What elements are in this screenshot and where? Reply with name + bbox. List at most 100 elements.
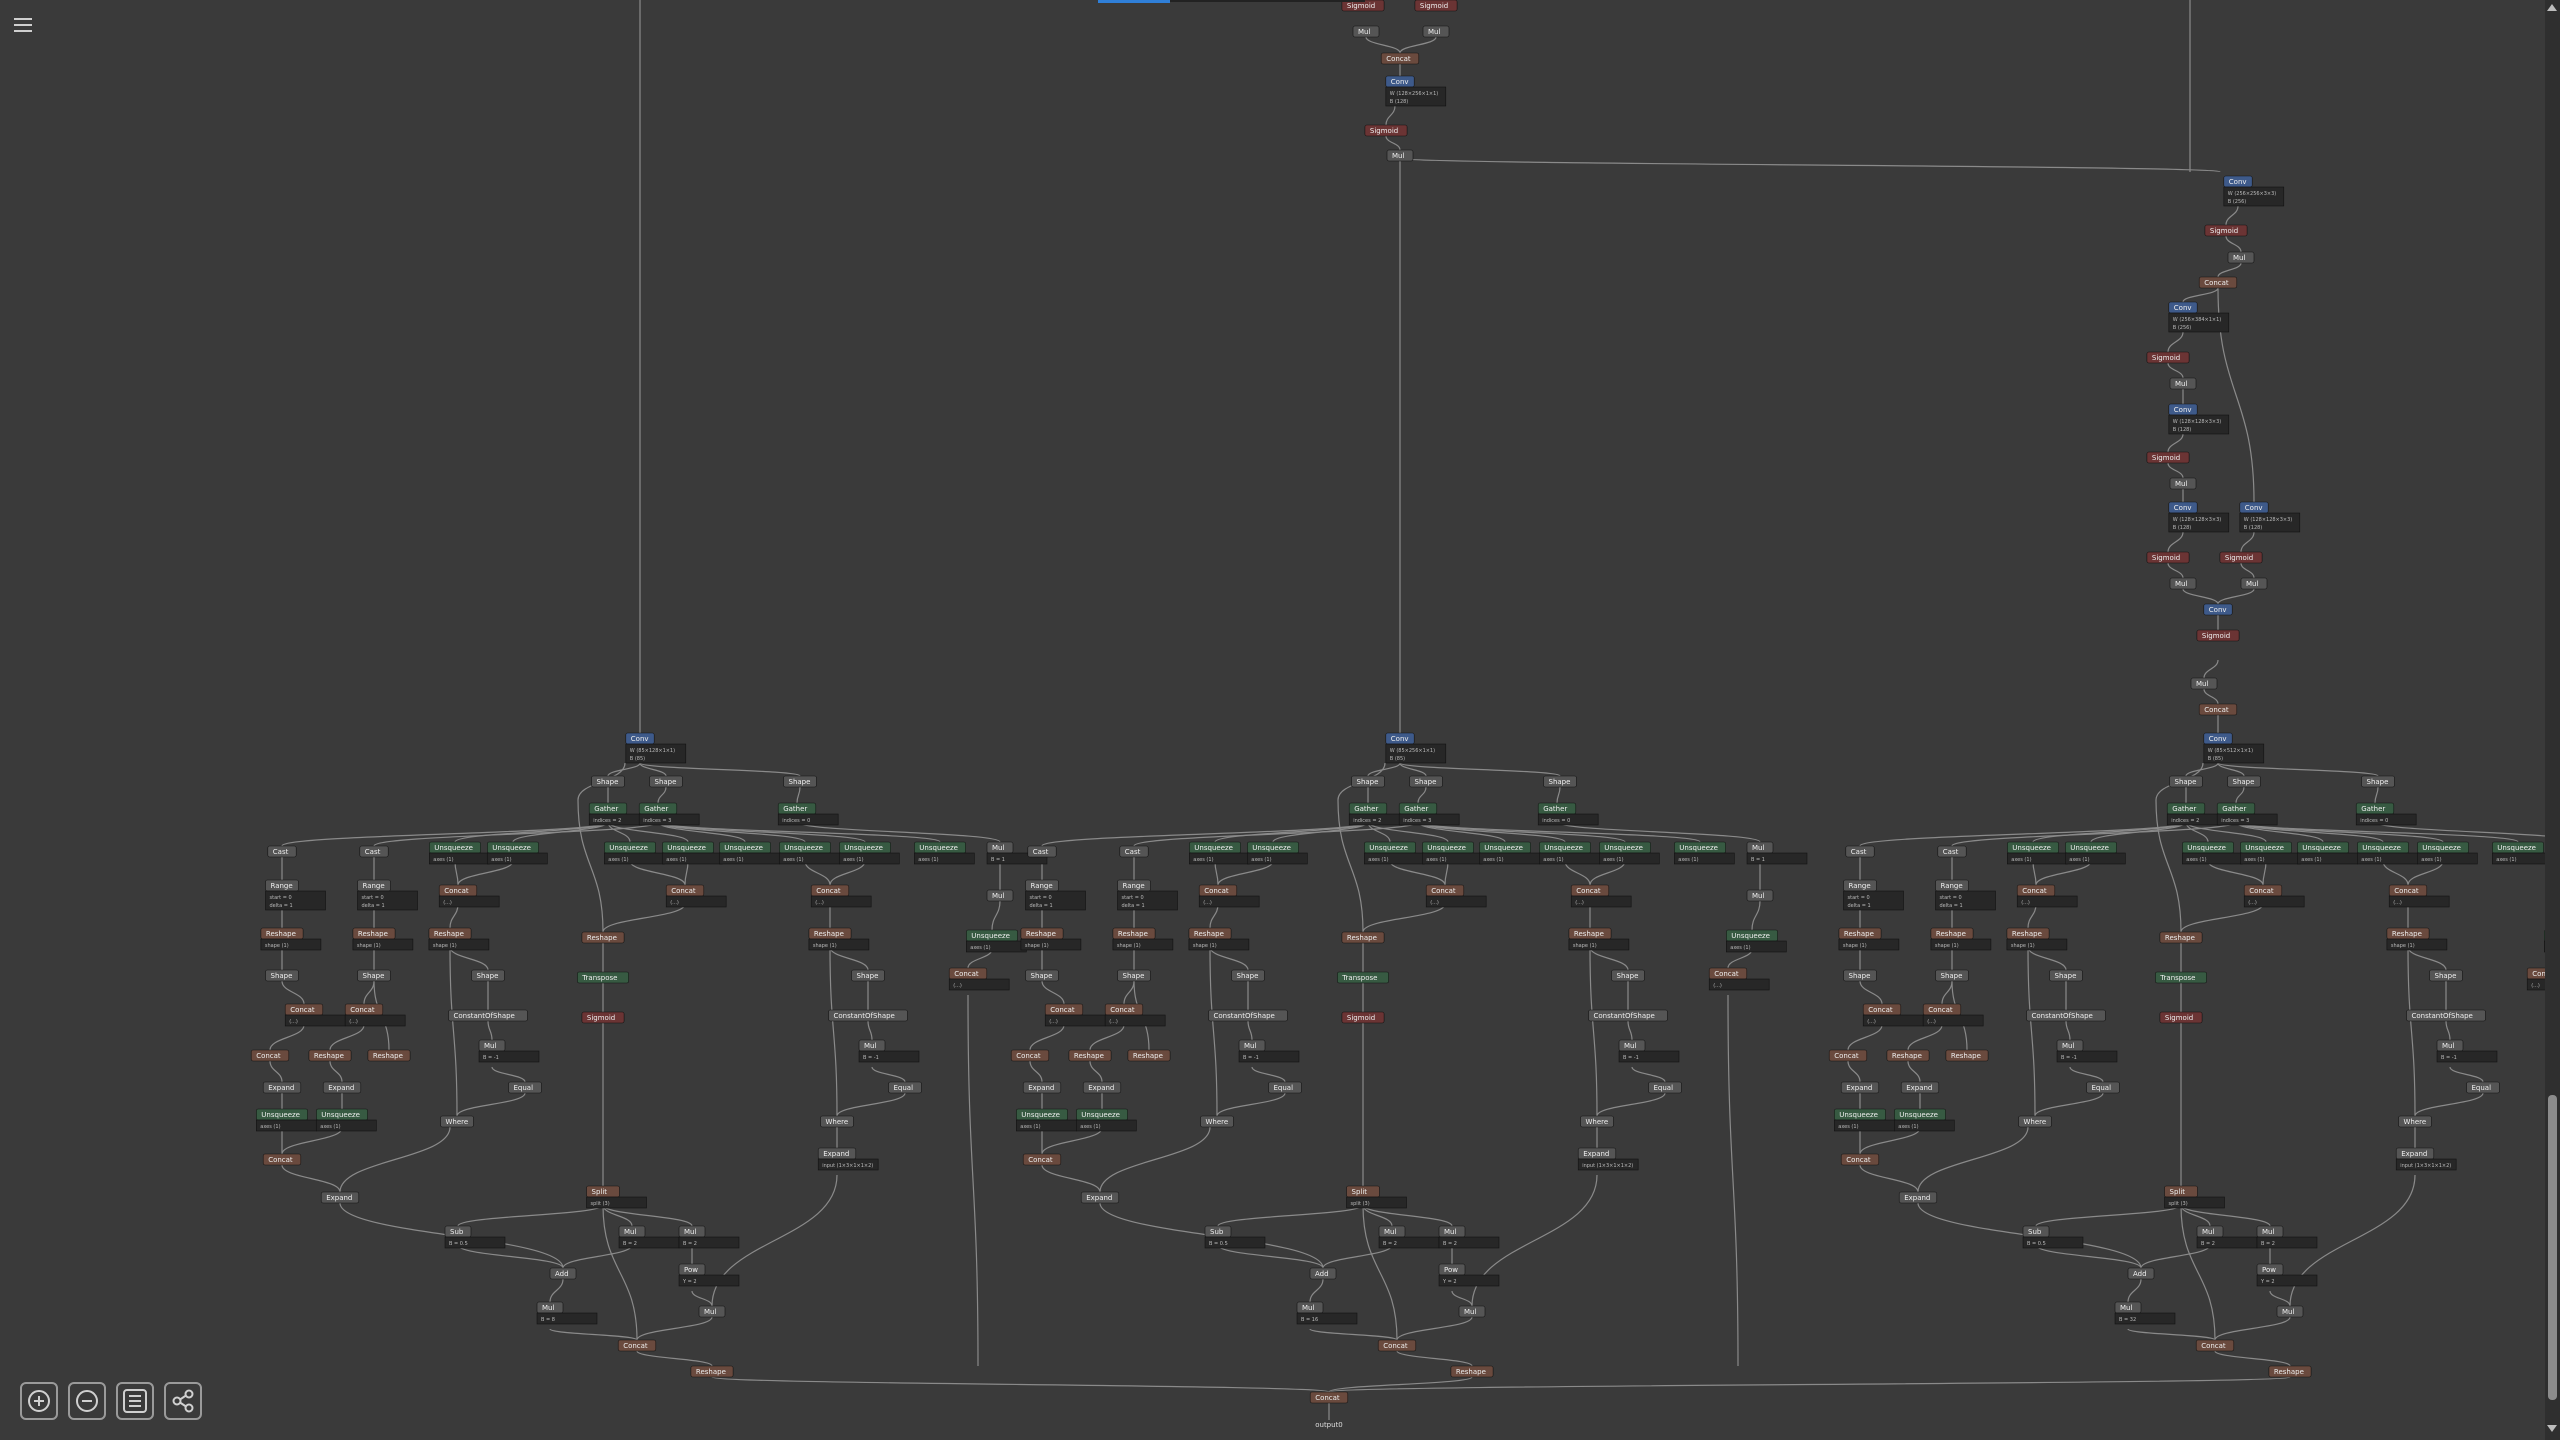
graph-node-transpose[interactable]: Transpose xyxy=(576,971,629,984)
graph-node-conv[interactable]: Conv W (256×256×3×3) B (256) xyxy=(2223,175,2285,207)
graph-node-unsqueeze[interactable]: Unsqueeze axes (1) xyxy=(2297,841,2358,865)
graph-node-concat[interactable]: Concat (...) xyxy=(1922,1003,1984,1027)
graph-node-expand[interactable]: Expand xyxy=(1080,1191,1120,1204)
scroll-down-arrow-icon[interactable] xyxy=(2547,1425,2557,1432)
graph-node-concat[interactable]: Concat xyxy=(1828,1049,1868,1062)
graph-node-range[interactable]: Range start = 0 delta = 1 xyxy=(265,879,326,911)
graph-node-reshape[interactable]: Reshape xyxy=(1341,931,1385,944)
graph-node-shape[interactable]: Shape xyxy=(851,969,885,982)
graph-node-gather[interactable]: Gather indices = 0 xyxy=(777,802,839,826)
graph-node-cast[interactable]: Cast xyxy=(1027,845,1057,858)
graph-node-constantofshape[interactable]: ConstantOfShape xyxy=(2406,1009,2486,1022)
graph-node-mul[interactable]: Mul B = -1 xyxy=(2056,1039,2118,1063)
graph-node-reshape[interactable]: Reshape shape (1) xyxy=(1838,927,1900,951)
graph-node-constantofshape[interactable]: ConstantOfShape xyxy=(1208,1009,1288,1022)
graph-node-concat[interactable]: Concat xyxy=(262,1153,302,1166)
graph-node-reshape[interactable]: Reshape xyxy=(1068,1049,1112,1062)
graph-node-concat[interactable]: Concat xyxy=(617,1339,657,1352)
graph-node-reshape[interactable]: Reshape xyxy=(2268,1365,2312,1378)
graph-node-reshape[interactable]: Reshape shape (1) xyxy=(1188,927,1250,951)
graph-node-range[interactable]: Range start = 0 delta = 1 xyxy=(1117,879,1178,911)
graph-node-reshape[interactable]: Reshape shape (1) xyxy=(428,927,490,951)
graph-node-conv[interactable]: Conv W (85×512×1×1) B (85) xyxy=(2203,732,2265,764)
graph-node-sub[interactable]: Sub B = 0.5 xyxy=(1204,1225,1266,1249)
graph-node-equal[interactable]: Equal xyxy=(2466,1081,2500,1094)
graph-node-shape[interactable]: Shape xyxy=(1409,775,1443,788)
graph-node-shape[interactable]: Shape xyxy=(265,969,299,982)
graph-node-pow[interactable]: Pow Y = 2 xyxy=(678,1263,740,1287)
scrollbar-thumb[interactable] xyxy=(2548,1095,2557,1400)
model-graph-canvas[interactable]: Sigmoid Sigmoid Mul Mul Concat Conv W (128×256… xyxy=(0,0,2545,1440)
graph-node-sigmoid[interactable]: Sigmoid xyxy=(1364,124,1408,137)
graph-node-expand[interactable]: Expand xyxy=(322,1081,362,1094)
graph-node-mul[interactable]: Mul xyxy=(2169,377,2197,390)
graph-node-shape[interactable]: Shape xyxy=(1543,775,1577,788)
zoom-out-button[interactable] xyxy=(68,1382,106,1420)
graph-node-split[interactable]: Split split (3) xyxy=(1346,1185,1407,1209)
export-button[interactable] xyxy=(164,1382,202,1420)
graph-node-reshape[interactable]: Reshape shape (1) xyxy=(1568,927,1630,951)
graph-node-unsqueeze[interactable]: Unsqueeze axes (1) xyxy=(1834,1108,1895,1132)
graph-node-range[interactable]: Range start = 0 delta = 1 xyxy=(1935,879,1996,911)
graph-node-concat[interactable]: Concat (...) xyxy=(1570,884,1632,908)
graph-node-equal[interactable]: Equal xyxy=(1648,1081,1682,1094)
graph-node-equal[interactable]: Equal xyxy=(2086,1081,2120,1094)
graph-node-mul[interactable]: Mul B = -1 xyxy=(1618,1039,1680,1063)
graph-node-split[interactable]: Split split (3) xyxy=(586,1185,647,1209)
vertical-scrollbar[interactable] xyxy=(2545,0,2560,1440)
graph-node-sigmoid[interactable]: Sigmoid xyxy=(1341,1011,1385,1024)
graph-node-unsqueeze[interactable]: Unsqueeze axes (1) xyxy=(838,841,900,865)
graph-node-concat[interactable]: Concat xyxy=(1022,1153,1062,1166)
graph-node-mul[interactable]: Mul B = 2 xyxy=(618,1225,680,1249)
graph-node-range[interactable]: Range start = 0 delta = 1 xyxy=(1025,879,1086,911)
graph-node-equal[interactable]: Equal xyxy=(1268,1081,1302,1094)
graph-node-reshape[interactable]: Reshape xyxy=(1450,1365,1494,1378)
graph-node-reshape[interactable]: Reshape shape (1) xyxy=(2386,927,2448,951)
graph-node-mul[interactable]: Mul B = 1 xyxy=(1746,841,1808,865)
graph-node-mul[interactable]: Mul B = 2 xyxy=(2256,1225,2318,1249)
graph-node-where[interactable]: Where xyxy=(820,1115,854,1128)
graph-node-mul[interactable]: Mul B = 16 xyxy=(1296,1301,1358,1325)
graph-node-mul[interactable]: Mul xyxy=(2190,677,2218,690)
graph-node-mul[interactable]: Mul xyxy=(2240,577,2268,590)
graph-node-expand[interactable]: Expand input (1×3×1×1×2) xyxy=(1577,1147,1639,1171)
graph-node-where[interactable]: Where xyxy=(1580,1115,1614,1128)
graph-node-where[interactable]: Where xyxy=(440,1115,474,1128)
graph-node-mul[interactable]: Mul xyxy=(2169,577,2197,590)
graph-node-cast[interactable]: Cast xyxy=(1119,845,1149,858)
graph-node-conv[interactable]: Conv W (256×384×1×1) B (256) xyxy=(2168,301,2230,333)
graph-node-reshape[interactable]: Reshape xyxy=(367,1049,411,1062)
graph-node-sigmoid[interactable]: Sigmoid xyxy=(581,1011,625,1024)
graph-node-conv[interactable]: Conv W (128×128×3×3) B (128) xyxy=(2168,501,2230,533)
graph-node-concat[interactable]: Concat xyxy=(1840,1153,1880,1166)
graph-node-transpose[interactable]: Transpose xyxy=(1337,971,1390,984)
graph-node-mul[interactable]: Mul B = 2 xyxy=(1378,1225,1440,1249)
graph-node-concat[interactable]: Concat xyxy=(1377,1339,1417,1352)
graph-node-concat[interactable]: Concat (...) xyxy=(2243,884,2305,908)
graph-node-unsqueeze[interactable]: Unsqueeze axes (1) xyxy=(778,841,840,865)
graph-node-sigmoid[interactable]: Sigmoid xyxy=(2146,551,2190,564)
graph-node-pow[interactable]: Pow Y = 2 xyxy=(2256,1263,2318,1287)
graph-node-shape[interactable]: Shape xyxy=(2361,775,2395,788)
graph-node-sigmoid[interactable]: Sigmoid xyxy=(2196,629,2240,642)
graph-node-shape[interactable]: Shape xyxy=(2227,775,2261,788)
graph-node-sigmoid[interactable]: Sigmoid xyxy=(2219,551,2263,564)
graph-node-reshape[interactable]: Reshape shape (1) xyxy=(1930,927,1992,951)
graph-node-sigmoid[interactable]: Sigmoid xyxy=(2146,351,2190,364)
graph-node-cast[interactable]: Cast xyxy=(1845,845,1875,858)
graph-node-gather[interactable]: Gather indices = 3 xyxy=(638,802,700,826)
graph-node-concat[interactable]: Concat (...) xyxy=(1104,1003,1166,1027)
graph-node-unsqueeze[interactable]: Unsqueeze axes (1) xyxy=(1599,841,1660,865)
graph-node-reshape[interactable]: Reshape xyxy=(2159,931,2203,944)
graph-node-reshape[interactable]: Reshape shape (1) xyxy=(1112,927,1174,951)
graph-node-where[interactable]: Where xyxy=(2398,1115,2432,1128)
graph-node-where[interactable]: Where xyxy=(2018,1115,2052,1128)
graph-node-add[interactable]: Add xyxy=(1309,1267,1337,1280)
graph-node-shape[interactable]: Shape xyxy=(1843,969,1877,982)
graph-node-concat[interactable]: Concat (...) xyxy=(344,1003,406,1027)
graph-node-concat[interactable]: Concat (...) xyxy=(1862,1003,1924,1027)
graph-node-unsqueeze[interactable]: Unsqueeze axes (1) xyxy=(2240,841,2301,865)
graph-node-reshape[interactable]: Reshape xyxy=(308,1049,352,1062)
graph-node-gather[interactable]: Gather indices = 0 xyxy=(2355,802,2417,826)
graph-node-concat[interactable]: Concat (...) xyxy=(2016,884,2078,908)
